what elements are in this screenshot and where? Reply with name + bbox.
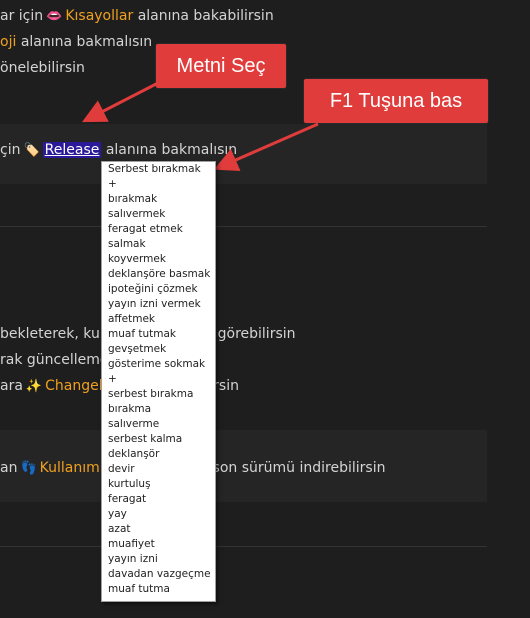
menu-item[interactable]: devir bbox=[102, 462, 215, 477]
menu-item[interactable]: salıvermek bbox=[102, 207, 215, 222]
menu-item[interactable]: koyvermek bbox=[102, 252, 215, 267]
menu-item[interactable]: bırakma bbox=[102, 402, 215, 417]
changelog-link[interactable]: Changel bbox=[45, 378, 103, 394]
menu-item[interactable]: bırakmak bbox=[102, 192, 215, 207]
menu-item[interactable]: salıverme bbox=[102, 417, 215, 432]
info-line-emoji: oji alanına bakmalısın bbox=[0, 34, 153, 50]
tag-icon: 🏷️ bbox=[23, 143, 40, 158]
info-line-6: rak güncelleme bbox=[0, 352, 109, 368]
callout-select-text: Metni Seç bbox=[156, 44, 286, 88]
menu-item[interactable]: deklanşöre basmak bbox=[102, 267, 215, 282]
menu-item[interactable]: + bbox=[102, 177, 215, 192]
emoji-link[interactable]: oji bbox=[0, 34, 16, 50]
sparkles-icon: ✨ bbox=[25, 379, 43, 394]
menu-item[interactable]: davadan vazgeçme bbox=[102, 567, 215, 582]
menu-item[interactable]: muaf tutmak bbox=[102, 327, 215, 342]
menu-item[interactable]: gösterime sokmak bbox=[102, 357, 215, 372]
menu-item[interactable]: muafiyet bbox=[102, 537, 215, 552]
menu-item[interactable]: feragat etmek bbox=[102, 222, 215, 237]
menu-item[interactable]: Serbest bırakmak bbox=[102, 162, 215, 177]
menu-item[interactable]: gevşetmek bbox=[102, 342, 215, 357]
callout-press-f1: F1 Tuşuna bas bbox=[304, 79, 488, 123]
selected-release-text[interactable]: Release bbox=[42, 142, 102, 158]
translation-context-menu: Serbest bırakmak + bırakmak salıvermek ferag… bbox=[101, 161, 216, 602]
info-line-shortcuts: ar için 👄 Kısayollar alanına bakabilirsin bbox=[0, 6, 274, 27]
menu-item[interactable]: azat bbox=[102, 522, 215, 537]
menu-item[interactable]: affetmek bbox=[102, 312, 215, 327]
menu-item[interactable]: salmak bbox=[102, 237, 215, 252]
menu-item[interactable]: yayın izni vermek bbox=[102, 297, 215, 312]
shortcuts-link[interactable]: Kısayollar bbox=[65, 8, 133, 24]
menu-item[interactable]: kurtuluş bbox=[102, 477, 215, 492]
menu-item[interactable]: + bbox=[102, 372, 215, 387]
menu-item[interactable]: serbest bırakma bbox=[102, 387, 215, 402]
usage-link[interactable]: Kullanım bbox=[40, 460, 100, 476]
arrow-select-text bbox=[81, 80, 161, 123]
divider bbox=[0, 546, 487, 547]
divider bbox=[0, 226, 487, 227]
menu-item[interactable]: yay bbox=[102, 507, 215, 522]
menu-item[interactable]: ipoteğini çözmek bbox=[102, 282, 215, 297]
info-line-release: çin 🏷️ Release alanına bakmalısın bbox=[0, 140, 237, 161]
menu-item[interactable]: yayın izni bbox=[102, 552, 215, 567]
lips-icon: 👄 bbox=[46, 9, 63, 24]
menu-item[interactable]: deklanşör bbox=[102, 447, 215, 462]
menu-item[interactable]: feragat bbox=[102, 492, 215, 507]
menu-item[interactable]: serbest kalma bbox=[102, 432, 215, 447]
footprints-icon: 👣 bbox=[20, 461, 37, 476]
menu-item[interactable]: muaf tutma bbox=[102, 582, 215, 597]
info-line-3: önelebilirsin bbox=[0, 60, 85, 76]
